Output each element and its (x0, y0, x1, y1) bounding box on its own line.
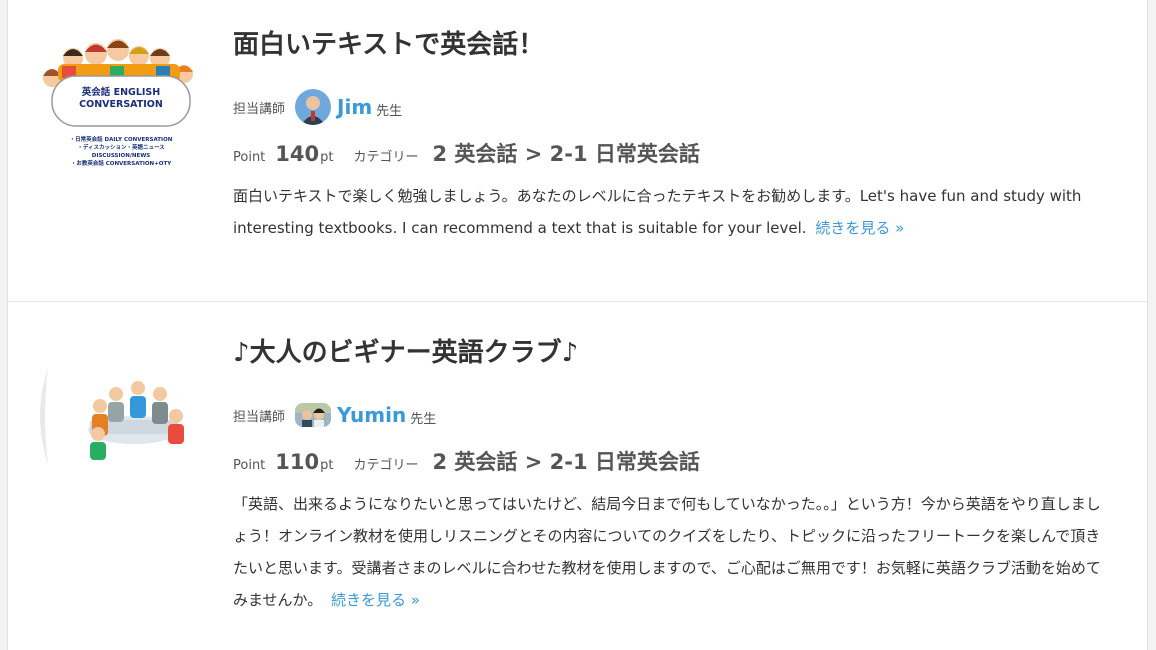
course-card: 英会話 ENGLISH CONVERSATION ・日常英会話 DAILY CO… (8, 0, 1147, 302)
teacher-name-link[interactable]: Yumin (337, 403, 406, 427)
point-unit: pt (320, 458, 334, 473)
teacher-name-link[interactable]: Jim (337, 95, 372, 119)
description-text: 面白いテキストで楽しく勉強しましょう。あなたのレベルに合ったテキストをお勧めしま… (233, 187, 1082, 237)
thumb-line-2: ・ディスカッション・英語ニュース (77, 143, 165, 151)
teacher-row: 担当講師 Jim 先生 (233, 88, 1103, 126)
read-more-link[interactable]: 続きを見る » (331, 591, 420, 609)
course-meta: Point 140 pt カテゴリー 2 英会話 > 2-1 日常英会話 (233, 138, 1103, 168)
point-label: Point (233, 458, 266, 473)
course-list: 英会話 ENGLISH CONVERSATION ・日常英会話 DAILY CO… (7, 0, 1148, 650)
course-description: 面白いテキストで楽しく勉強しましょう。あなたのレベルに合ったテキストをお勧めしま… (233, 180, 1103, 244)
course-title[interactable]: 面白いテキストで英会話！ (233, 28, 1103, 62)
point-unit: pt (320, 150, 334, 165)
avatar-photo-icon (295, 89, 332, 125)
course-description: 「英語、出来るようになりたいと思ってはいたけど、結局今日まで何もしていなかった。… (233, 488, 1103, 616)
teacher-label: 担当講師 (233, 409, 286, 425)
teacher-suffix: 先生 (410, 411, 437, 427)
course-meta: Point 110 pt カテゴリー 2 英会話 > 2-1 日常英会話 (233, 446, 1103, 476)
category-label: カテゴリー (353, 458, 419, 473)
teacher-label: 担当講師 (233, 101, 286, 117)
course-title[interactable]: ♪大人のビギナー英語クラブ♪ (233, 336, 1103, 370)
category-link[interactable]: 2 英会話 > 2-1 日常英会話 (433, 446, 700, 476)
read-more-link[interactable]: 続きを見る » (815, 219, 904, 237)
english-conversation-image: 英会話 ENGLISH CONVERSATION ・日常英会話 DAILY CO… (43, 39, 193, 167)
meeting-illustration-image (40, 368, 184, 464)
category-link[interactable]: 2 英会話 > 2-1 日常英会話 (433, 138, 700, 168)
badge-line-2: CONVERSATION (79, 99, 163, 110)
avatar-photo-icon (295, 403, 332, 427)
course-thumbnail[interactable] (38, 364, 200, 468)
badge-line-1: 英会話 ENGLISH (82, 86, 160, 98)
course-card: ♪大人のビギナー英語クラブ♪ 担当講師 Yumin 先生 Point 110 p… (8, 302, 1147, 650)
course-thumbnail[interactable]: 英会話 ENGLISH CONVERSATION ・日常英会話 DAILY CO… (38, 36, 200, 176)
thumb-line-3: DISCUSSION/NEWS (92, 153, 151, 159)
teacher-row: 担当講師 Yumin 先生 (233, 396, 1103, 434)
teacher-avatar[interactable] (295, 403, 332, 427)
teacher-avatar[interactable] (295, 89, 332, 125)
thumb-line-1: ・日常英会話 DAILY CONVERSATION (70, 135, 173, 143)
point-label: Point (233, 150, 266, 165)
course-info: ♪大人のビギナー英語クラブ♪ 担当講師 Yumin 先生 Point 110 p… (233, 336, 1103, 616)
course-info: 面白いテキストで英会話！ 担当講師 Jim 先生 Point 140 pt カテ… (233, 28, 1103, 244)
point-value: 140 (275, 142, 320, 166)
point-value: 110 (275, 450, 320, 474)
category-label: カテゴリー (353, 150, 419, 165)
teacher-suffix: 先生 (376, 103, 403, 119)
thumb-line-4: ・お教英会話 CONVERSATION+OTY (71, 159, 172, 167)
